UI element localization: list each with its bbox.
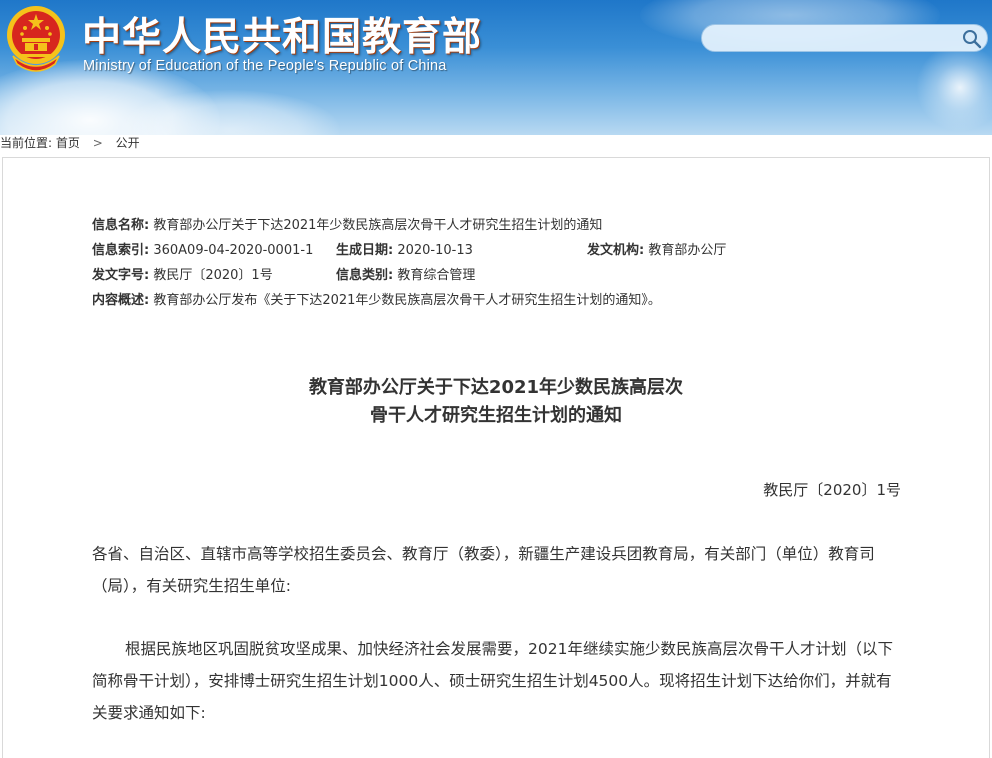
breadcrumb-public-link[interactable]: 公开 — [116, 135, 140, 151]
meta-org-label: 发文机构: — [587, 243, 645, 258]
meta-row-index: 信息索引: 360A09-04-2020-0001-1 生成日期: 2020-1… — [92, 239, 892, 263]
breadcrumb-home-link[interactable]: 首页 — [56, 135, 80, 151]
site-subtitle: Ministry of Education of the People's Re… — [83, 58, 447, 74]
meta-docno-value: 教民厅〔2020〕1号 — [153, 268, 273, 283]
search-input[interactable] — [701, 24, 988, 52]
meta-name-value: 教育部办公厅关于下达2021年少数民族高层次骨干人才研究生招生计划的通知 — [153, 218, 603, 233]
document-title-line-2: 骨干人才研究生招生计划的通知 — [370, 405, 622, 426]
document-number: 教民厅〔2020〕1号 — [763, 481, 901, 499]
meta-category-value: 教育综合管理 — [397, 268, 476, 283]
meta-date-label: 生成日期: — [336, 243, 394, 258]
document-addressee: 各省、自治区、直辖市高等学校招生委员会、教育厅（教委），新疆生产建设兵团教育局，… — [92, 545, 875, 595]
meta-name-label: 信息名称: — [92, 218, 150, 233]
meta-index-label: 信息索引: — [92, 243, 150, 258]
meta-summary-label: 内容概述: — [92, 293, 150, 308]
meta-category-label: 信息类别: — [336, 268, 394, 283]
meta-row-docno: 发文字号: 教民厅〔2020〕1号 信息类别: 教育综合管理 — [92, 264, 892, 288]
meta-org-value: 教育部办公厅 — [648, 243, 727, 258]
breadcrumb: 当前位置: 首页 > 公开 — [0, 135, 992, 157]
national-emblem-icon — [7, 6, 65, 72]
search-icon[interactable] — [961, 28, 983, 50]
content-panel: 信息名称: 教育部办公厅关于下达2021年少数民族高层次骨干人才研究生招生计划的… — [2, 157, 990, 758]
meta-row-summary: 内容概述: 教育部办公厅发布《关于下达2021年少数民族高层次骨干人才研究生招生… — [92, 289, 661, 313]
site-header: 中华人民共和国教育部 Ministry of Education of the … — [0, 0, 992, 135]
meta-date-value: 2020-10-13 — [397, 243, 473, 258]
document-body-paragraph: 根据民族地区巩固脱贫攻坚成果、加快经济社会发展需要，2021年继续实施少数民族高… — [92, 640, 893, 722]
meta-summary-value: 教育部办公厅发布《关于下达2021年少数民族高层次骨干人才研究生招生计划的通知》… — [153, 293, 661, 308]
meta-row-name: 信息名称: 教育部办公厅关于下达2021年少数民族高层次骨干人才研究生招生计划的… — [92, 214, 602, 238]
meta-index-value: 360A09-04-2020-0001-1 — [153, 243, 314, 258]
breadcrumb-separator: > — [92, 136, 103, 150]
meta-docno-label: 发文字号: — [92, 268, 150, 283]
site-title[interactable]: 中华人民共和国教育部 — [82, 6, 482, 62]
document-title-line-1: 教育部办公厅关于下达2021年少数民族高层次 — [308, 377, 684, 398]
breadcrumb-prefix: 当前位置: — [0, 136, 53, 150]
dandelion-decoration — [912, 40, 992, 135]
